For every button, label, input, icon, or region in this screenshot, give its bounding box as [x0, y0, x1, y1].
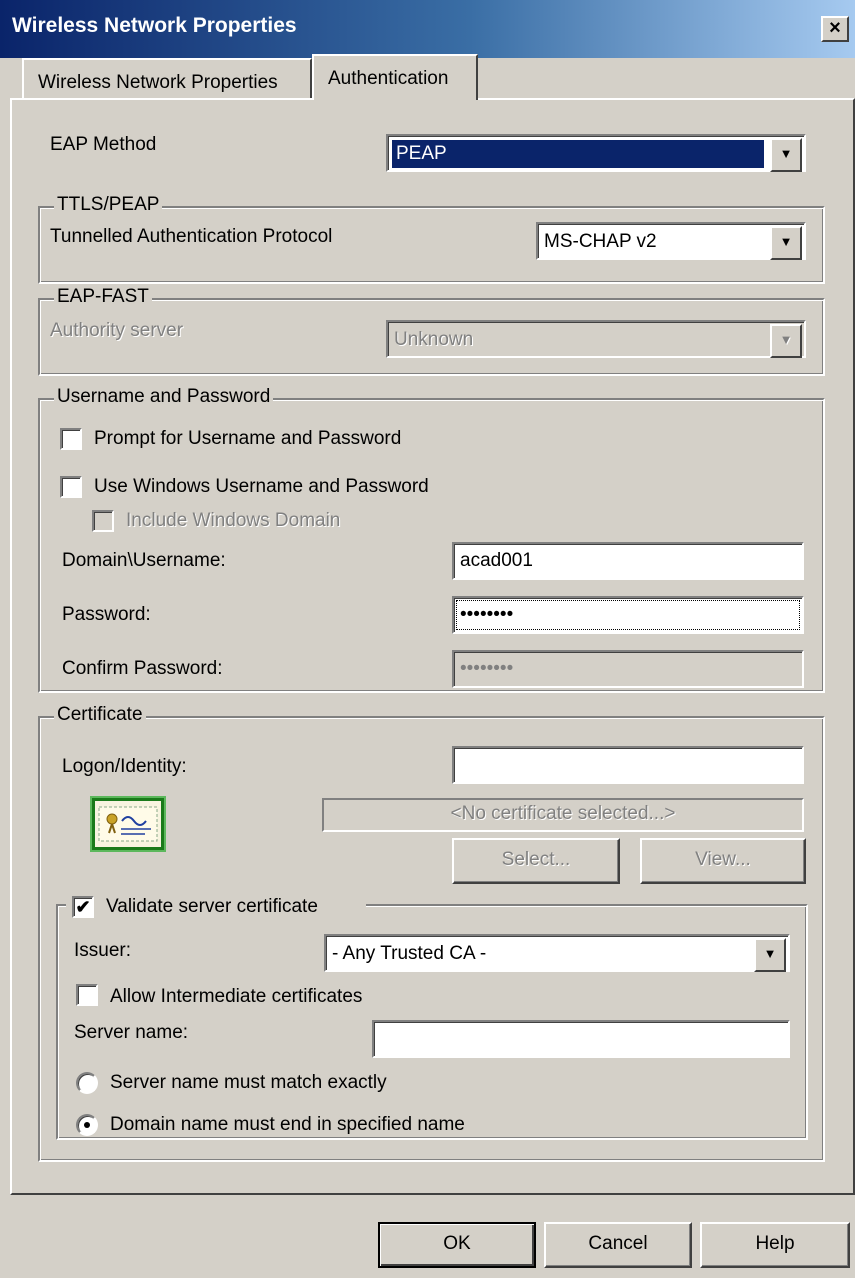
use-windows-credentials-label: Use Windows Username and Password	[94, 476, 429, 497]
validate-server-checkbox[interactable]: ✔	[72, 896, 94, 918]
password-input[interactable]: ••••••••	[452, 596, 804, 634]
allow-intermediate-checkbox[interactable]	[76, 984, 98, 1006]
chevron-down-icon[interactable]: ▼	[770, 138, 802, 172]
ok-button[interactable]: OK	[378, 1222, 536, 1268]
certificate-icon	[92, 798, 164, 850]
server-name-label: Server name:	[74, 1022, 189, 1043]
include-windows-domain-label: Include Windows Domain	[126, 510, 341, 531]
tunnelled-protocol-select[interactable]: MS-CHAP v2 ▼	[536, 222, 806, 260]
prompt-credentials-checkbox[interactable]	[60, 428, 82, 450]
no-certificate-display: <No certificate selected...>	[322, 798, 804, 832]
eap-method-label: EAP Method	[50, 134, 157, 155]
use-windows-credentials-checkbox[interactable]	[60, 476, 82, 498]
authority-server-select[interactable]: Unknown ▼	[386, 320, 806, 358]
chevron-down-icon[interactable]: ▼	[754, 938, 786, 972]
password-label: Password:	[62, 604, 151, 625]
match-exactly-label: Server name must match exactly	[110, 1072, 387, 1093]
issuer-select[interactable]: - Any Trusted CA - ▼	[324, 934, 790, 972]
ttls-peap-legend: TTLS/PEAP	[54, 194, 163, 216]
close-button[interactable]: ×	[821, 16, 849, 42]
tunnelled-protocol-label: Tunnelled Authentication Protocol	[50, 226, 333, 247]
server-name-input[interactable]	[372, 1020, 790, 1058]
username-password-legend: Username and Password	[54, 386, 274, 408]
eap-fast-legend: EAP-FAST	[54, 286, 152, 308]
cancel-button[interactable]: Cancel	[544, 1222, 692, 1268]
help-button[interactable]: Help	[700, 1222, 850, 1268]
issuer-value: - Any Trusted CA -	[332, 943, 487, 964]
tab-wireless-network-properties[interactable]: Wireless Network Properties	[22, 58, 312, 100]
domain-end-label: Domain name must end in specified name	[110, 1114, 465, 1135]
window-title: Wireless Network Properties	[12, 14, 297, 37]
authority-server-label: Authority server	[50, 320, 184, 341]
eap-method-select[interactable]: PEAP ▼	[386, 134, 806, 172]
username-input[interactable]: acad001	[452, 542, 804, 580]
include-windows-domain-checkbox[interactable]	[92, 510, 114, 532]
validate-server-label: Validate server certificate	[106, 896, 318, 917]
chevron-down-icon[interactable]: ▼	[770, 324, 802, 358]
tab-authentication[interactable]: Authentication	[312, 54, 478, 100]
logon-identity-input[interactable]	[452, 746, 804, 784]
authority-server-value: Unknown	[394, 329, 474, 350]
select-certificate-button[interactable]: Select...	[452, 838, 620, 884]
issuer-label: Issuer:	[74, 940, 132, 961]
prompt-credentials-label: Prompt for Username and Password	[94, 428, 402, 449]
eap-method-value: PEAP	[392, 140, 764, 168]
tunnelled-protocol-value: MS-CHAP v2	[544, 231, 657, 252]
certificate-legend: Certificate	[54, 704, 146, 726]
confirm-password-input[interactable]: ••••••••	[452, 650, 804, 688]
username-label: Domain\Username:	[62, 550, 226, 571]
chevron-down-icon[interactable]: ▼	[770, 226, 802, 260]
allow-intermediate-label: Allow Intermediate certificates	[110, 986, 363, 1007]
logon-identity-label: Logon/Identity:	[62, 756, 187, 777]
confirm-password-label: Confirm Password:	[62, 658, 223, 679]
match-exactly-radio[interactable]	[76, 1072, 98, 1094]
domain-end-radio[interactable]	[76, 1114, 98, 1136]
view-certificate-button[interactable]: View...	[640, 838, 806, 884]
